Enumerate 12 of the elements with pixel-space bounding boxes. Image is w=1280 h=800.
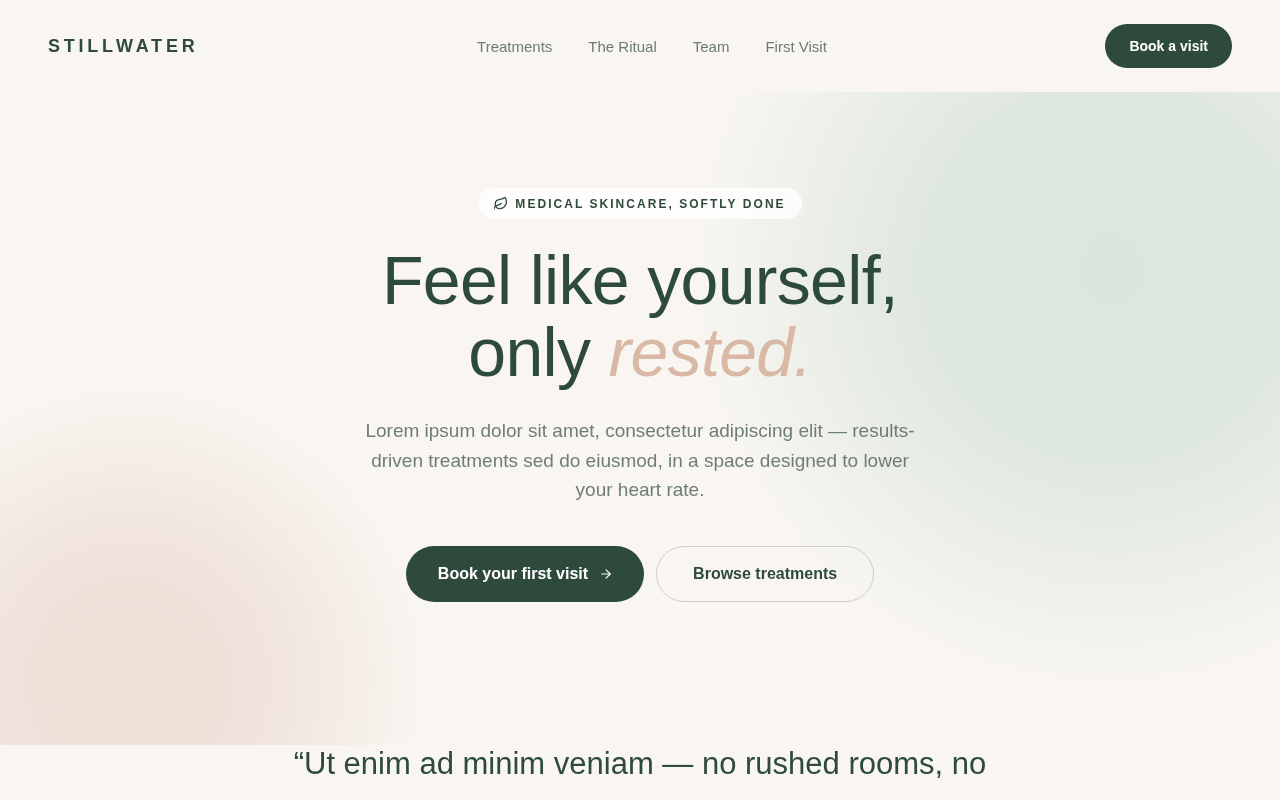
book-visit-button[interactable]: Book a visit xyxy=(1105,24,1232,68)
tagline-text: MEDICAL SKINCARE, SOFTLY DONE xyxy=(515,197,786,210)
brand-logo[interactable]: STILLWATER xyxy=(48,37,199,55)
book-first-visit-button[interactable]: Book your first visit xyxy=(405,545,645,602)
nav-link[interactable]: First Visit xyxy=(765,38,827,54)
nav-link[interactable]: The Ritual xyxy=(588,38,657,54)
nav-link[interactable]: Treatments xyxy=(477,38,553,54)
leaf-icon xyxy=(494,197,508,210)
testimonial-quote: “Ut enim ad minim veniam — no rushed rooms, no xyxy=(293,745,987,783)
hero-description: Lorem ipsum dolor sit amet, consectetur adipiscing elit — results-driven treatments sed do eiusmod, in a space designed to lower your heart rate. xyxy=(364,419,916,502)
nav-link[interactable]: Team xyxy=(692,38,730,54)
hero-headline: Feel like yourself, only rested. xyxy=(380,244,900,388)
